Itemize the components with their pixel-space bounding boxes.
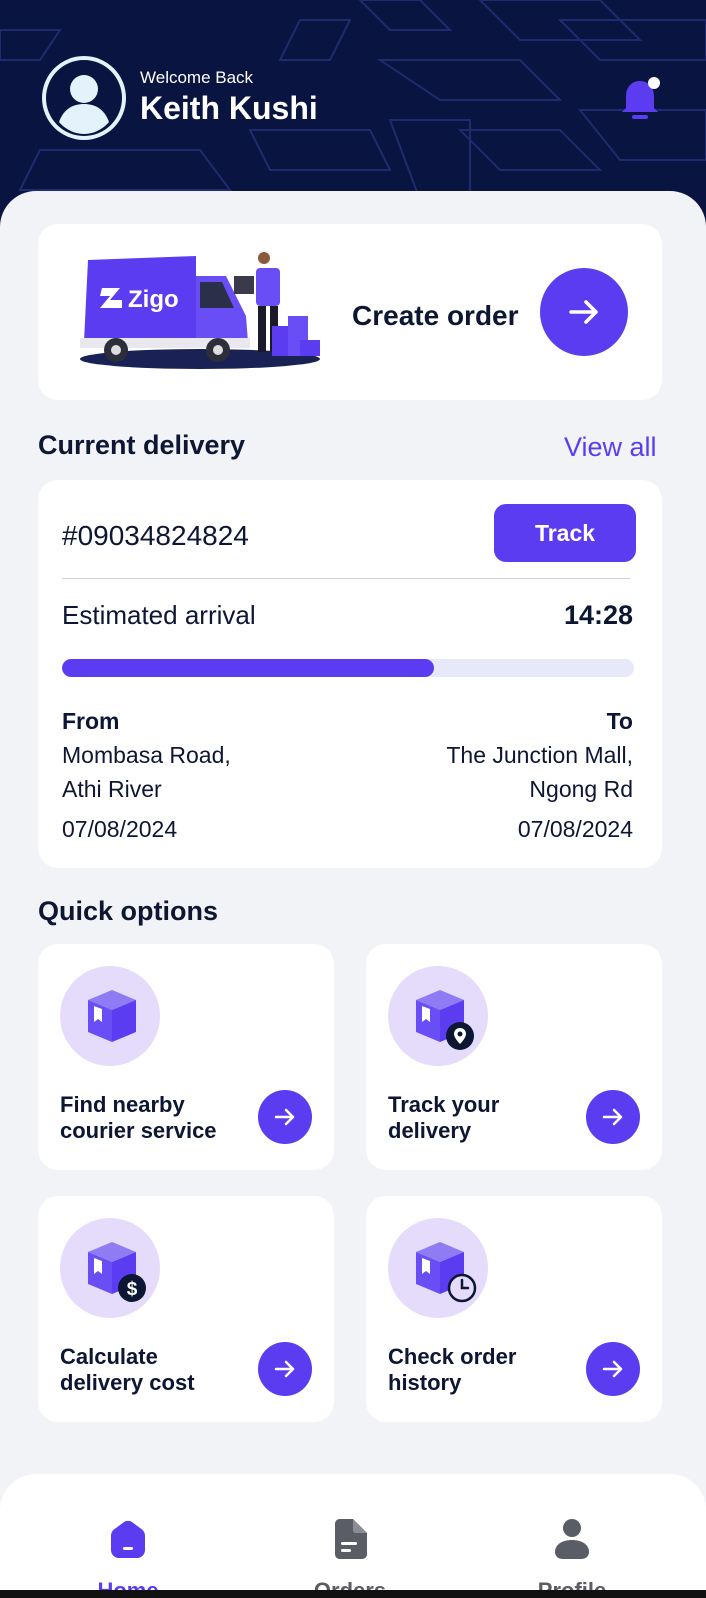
tab-home[interactable]: Home bbox=[58, 1518, 198, 1598]
option-label-line2: delivery bbox=[388, 1118, 472, 1143]
order-id: #09034824824 bbox=[62, 520, 249, 551]
order-history-button[interactable] bbox=[586, 1342, 640, 1396]
estimated-arrival-label: Estimated arrival bbox=[62, 600, 256, 630]
brand-logo-text: Zigo bbox=[128, 286, 179, 313]
from-address: From Mombasa Road, Athi River 07/08/2024 bbox=[62, 704, 231, 846]
option-label-line1: Check order bbox=[388, 1344, 517, 1369]
option-icon-bg bbox=[388, 966, 488, 1066]
to-address: To The Junction Mall, Ngong Rd 07/08/202… bbox=[446, 704, 633, 846]
package-cost-icon: $ bbox=[88, 1242, 146, 1302]
avatar[interactable] bbox=[42, 56, 126, 140]
from-label: From bbox=[62, 708, 120, 734]
package-history-icon bbox=[416, 1242, 477, 1303]
user-name: Keith Kushi bbox=[140, 90, 318, 126]
delivery-progress-fill bbox=[62, 659, 434, 677]
to-label: To bbox=[606, 708, 633, 734]
estimated-arrival-time: 14:28 bbox=[563, 600, 633, 630]
option-label: Calculate delivery cost bbox=[60, 1344, 195, 1396]
option-label-line1: Calculate bbox=[60, 1344, 158, 1369]
divider bbox=[62, 578, 630, 579]
arrow-right-icon bbox=[602, 1108, 623, 1126]
arrow-right-icon bbox=[274, 1360, 295, 1378]
track-delivery-button[interactable] bbox=[586, 1090, 640, 1144]
option-label: Find nearby courier service bbox=[60, 1092, 217, 1144]
to-line1: The Junction Mall, bbox=[446, 742, 633, 768]
track-button[interactable]: Track bbox=[494, 504, 636, 562]
tab-profile[interactable]: Profile bbox=[502, 1518, 642, 1598]
to-date: 07/08/2024 bbox=[517, 816, 633, 842]
from-line2: Athi River bbox=[62, 776, 162, 802]
bell-icon bbox=[622, 77, 660, 119]
tab-orders[interactable]: Orders bbox=[280, 1518, 420, 1598]
calculate-cost-button[interactable] bbox=[258, 1342, 312, 1396]
package-location-icon bbox=[416, 990, 474, 1050]
svg-text:$: $ bbox=[127, 1279, 138, 1300]
option-icon-bg bbox=[388, 1218, 488, 1318]
current-delivery-title: Current delivery bbox=[38, 430, 246, 460]
notification-button[interactable] bbox=[614, 74, 664, 124]
option-label-line2: delivery cost bbox=[60, 1370, 195, 1395]
option-label-line2: history bbox=[388, 1370, 462, 1395]
profile-icon bbox=[555, 1519, 589, 1559]
option-label-line1: Find nearby bbox=[60, 1092, 185, 1117]
to-line2: Ngong Rd bbox=[529, 776, 633, 802]
orders-icon bbox=[335, 1519, 367, 1559]
home-icon bbox=[111, 1520, 145, 1558]
option-label: Check order history bbox=[388, 1344, 516, 1396]
option-label-line2: courier service bbox=[60, 1118, 217, 1143]
option-label: Track your delivery bbox=[388, 1092, 499, 1144]
quick-options-title: Quick options bbox=[38, 896, 219, 926]
option-label-line1: Track your bbox=[388, 1092, 500, 1117]
from-date: 07/08/2024 bbox=[62, 816, 178, 842]
option-icon-bg: $ bbox=[60, 1218, 160, 1318]
arrow-right-icon bbox=[274, 1108, 295, 1126]
option-icon-bg bbox=[60, 966, 160, 1066]
arrow-right-icon bbox=[569, 300, 598, 324]
system-bottom-bar bbox=[0, 1590, 706, 1598]
from-line1: Mombasa Road, bbox=[62, 742, 231, 768]
delivery-progress-bar bbox=[62, 659, 634, 677]
welcome-text: Welcome Back bbox=[140, 68, 254, 87]
package-icon bbox=[88, 990, 136, 1042]
delivery-truck-illustration: Zigo bbox=[80, 252, 320, 369]
view-all-link[interactable]: View all bbox=[564, 432, 657, 463]
user-avatar-icon bbox=[46, 60, 122, 136]
create-order-title: Create order bbox=[352, 300, 519, 331]
create-order-button[interactable] bbox=[540, 268, 628, 356]
find-courier-button[interactable] bbox=[258, 1090, 312, 1144]
arrow-right-icon bbox=[602, 1360, 623, 1378]
